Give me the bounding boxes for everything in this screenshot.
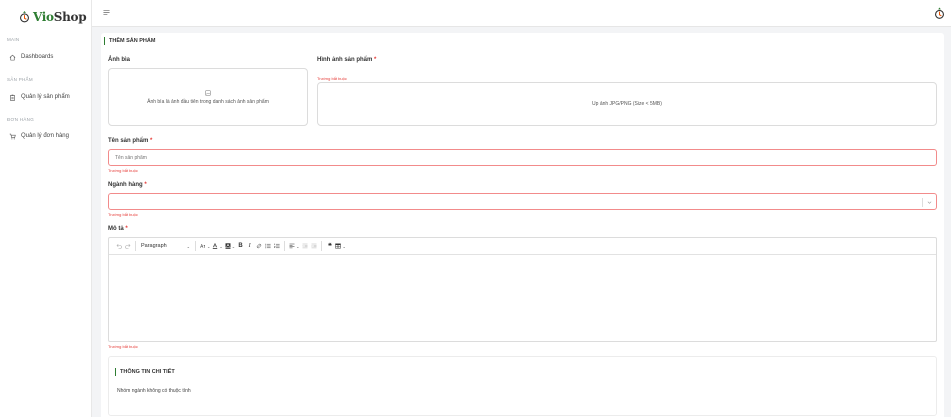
sidebar: VioShop MAIN Dashboards SẢN PHẨM Quản lý… [0,0,92,417]
category-error: Trường bắt buộc [108,212,138,217]
editor-toolbar: Paragraph ⌄ ⌄ ⌄ ⌄ B I ⌄ ❝ ⌄ [109,238,936,255]
brand-logo[interactable]: VioShop [0,0,91,26]
description-error: Trường bắt buộc [108,344,138,349]
sidebar-item-dashboards[interactable]: Dashboards [0,51,92,63]
category-label: Ngành hàng * [108,182,147,188]
indent-button[interactable] [309,241,318,251]
block-format-dropdown[interactable]: Paragraph ⌄ [139,241,192,251]
cart-icon [9,133,16,139]
page-title: THÊM SẢN PHẨM [104,37,155,45]
italic-button[interactable]: I [245,241,254,251]
menu-toggle-icon[interactable] [103,9,110,16]
align-left-icon [289,243,295,249]
product-images-label: Hình ảnh sản phẩm * [317,57,377,63]
cover-image-hint: Ảnh bìa là ảnh đầu tiên trong danh sách … [147,98,269,105]
nav-section-orders: ĐƠN HÀNG [7,117,35,122]
category-select[interactable] [108,193,937,210]
chevron-down-icon: ⌄ [296,243,300,249]
italic-icon: I [248,243,251,249]
chevron-down-icon: ⌄ [219,243,223,249]
sidebar-item-products[interactable]: Quản lý sản phẩm [0,91,92,103]
undo-icon [116,243,122,249]
link-icon [256,243,261,249]
toolbar-separator [321,241,323,251]
product-images-upload[interactable]: Up ảnh JPG/PNG (Size < 5MB) [317,82,937,126]
sidebar-item-label: Quản lý sản phẩm [21,94,70,100]
details-section: THÔNG TIN CHI TIẾT Nhóm ngành không có t… [108,356,937,416]
font-size-button[interactable]: ⌄ [199,241,211,251]
outdent-button[interactable] [300,241,309,251]
chevron-down-icon: ⌄ [342,243,346,249]
background-color-button[interactable]: ⌄ [224,241,236,251]
logo-mark-icon [20,11,29,23]
table-icon [335,243,342,249]
chevron-down-icon [927,201,932,204]
product-name-error: Trường bắt buộc [108,168,138,173]
link-button[interactable] [254,241,263,251]
outdent-icon [302,243,308,249]
font-size-icon [200,243,206,248]
add-product-form: THÊM SẢN PHẨM Ảnh bìa Ảnh bìa là ảnh đầu… [101,33,944,417]
details-empty-message: Nhóm ngành không có thuộc tính [117,388,191,394]
product-images-error: Trường bắt buộc [317,76,347,81]
sidebar-item-label: Quản lý đơn hàng [21,133,69,139]
product-images-hint: Up ảnh JPG/PNG (Size < 5MB) [592,101,662,107]
bulleted-list-button[interactable] [263,241,272,251]
home-icon [9,54,16,60]
nav-section-products: SẢN PHẨM [7,77,33,82]
description-editor: Paragraph ⌄ ⌄ ⌄ ⌄ B I ⌄ ❝ ⌄ [108,237,937,342]
chevron-down-icon: ⌄ [186,243,190,249]
blockquote-button[interactable]: ❝ [325,241,334,251]
nav-section-main: MAIN [7,37,20,42]
toolbar-separator [284,241,286,251]
undo-button[interactable] [114,241,123,251]
topbar [92,0,951,27]
font-color-icon [213,243,218,249]
blockquote-icon: ❝ [328,243,332,250]
block-format-value: Paragraph [141,243,167,249]
bold-icon: B [238,243,243,249]
redo-button[interactable] [123,241,132,251]
details-section-title: THÔNG TIN CHI TIẾT [115,368,175,376]
cover-image-label: Ảnh bìa [108,57,130,63]
image-placeholder-icon [205,89,211,96]
description-label: Mô tả * [108,226,128,232]
alignment-button[interactable]: ⌄ [288,241,300,251]
brand-name: VioShop [33,9,87,24]
user-avatar-icon[interactable] [934,6,945,20]
insert-table-button[interactable]: ⌄ [334,241,346,251]
font-color-button[interactable]: ⌄ [211,241,223,251]
sidebar-item-orders[interactable]: Quản lý đơn hàng [0,130,92,142]
numbered-list-button[interactable] [272,241,281,251]
toolbar-separator [135,241,136,251]
redo-icon [124,243,130,249]
select-divider [922,198,923,207]
chevron-down-icon: ⌄ [231,243,236,249]
sidebar-item-label: Dashboards [21,54,54,60]
bold-button[interactable]: B [236,241,245,251]
highlight-icon [225,243,231,249]
cover-image-upload[interactable]: Ảnh bìa là ảnh đầu tiên trong danh sách … [108,68,308,126]
toolbar-separator [195,241,196,251]
product-name-label: Tên sản phẩm * [108,138,153,144]
numbered-list-icon [273,243,280,249]
product-name-input[interactable] [108,149,937,166]
description-editor-content[interactable] [109,255,936,341]
clipboard-icon [10,94,15,101]
bulleted-list-icon [264,243,271,249]
chevron-down-icon: ⌄ [207,243,211,249]
indent-icon [311,243,317,249]
